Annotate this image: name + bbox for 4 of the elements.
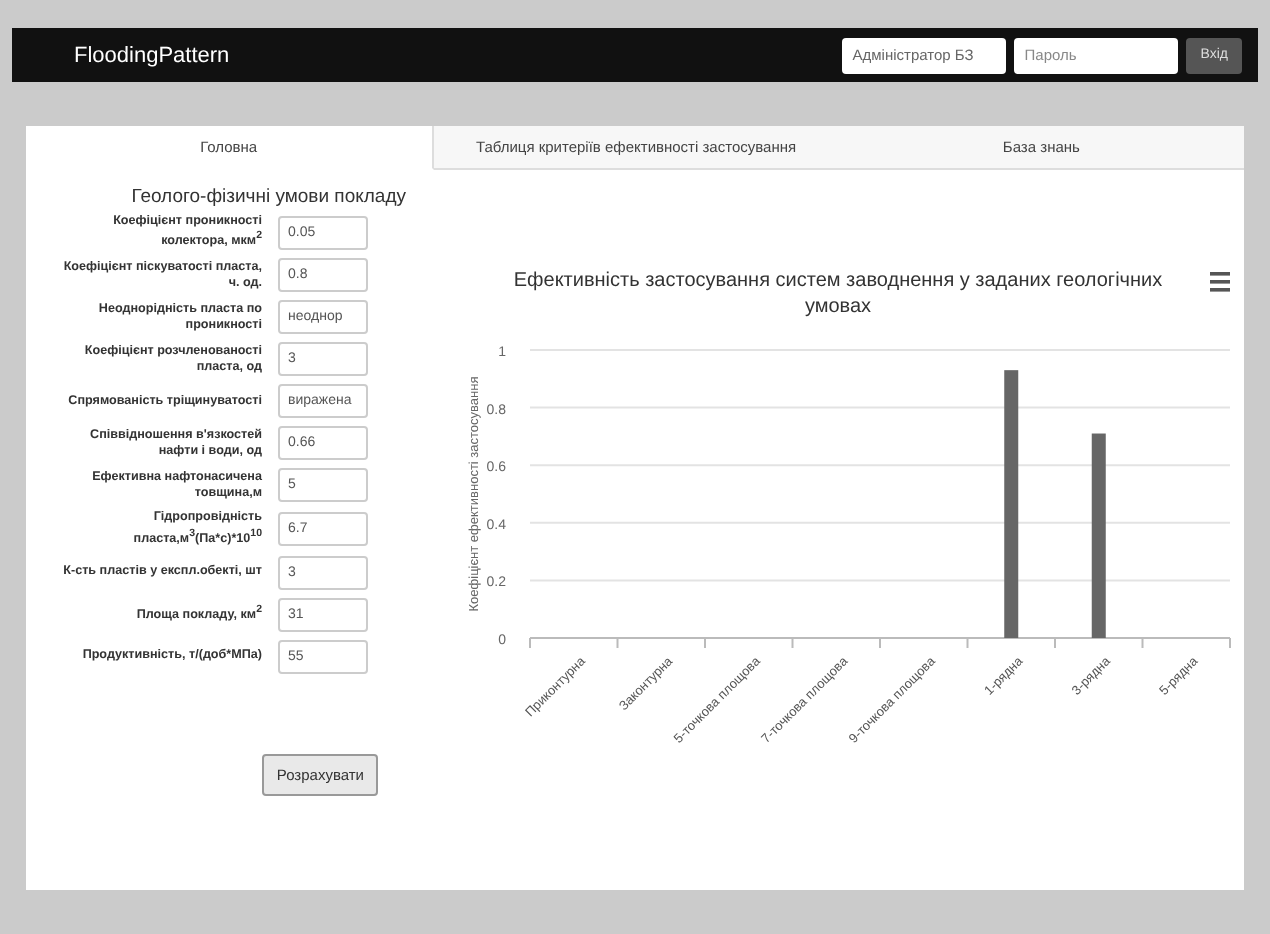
menu-icon[interactable] bbox=[1210, 272, 1230, 292]
brand-title[interactable]: FloodingPattern bbox=[74, 43, 230, 67]
chart-title: Ефективність застосування систем заводнення у заданих геологічних умовах bbox=[513, 270, 1163, 318]
form-title: Геолого-фізичні умови покладу bbox=[129, 186, 408, 208]
